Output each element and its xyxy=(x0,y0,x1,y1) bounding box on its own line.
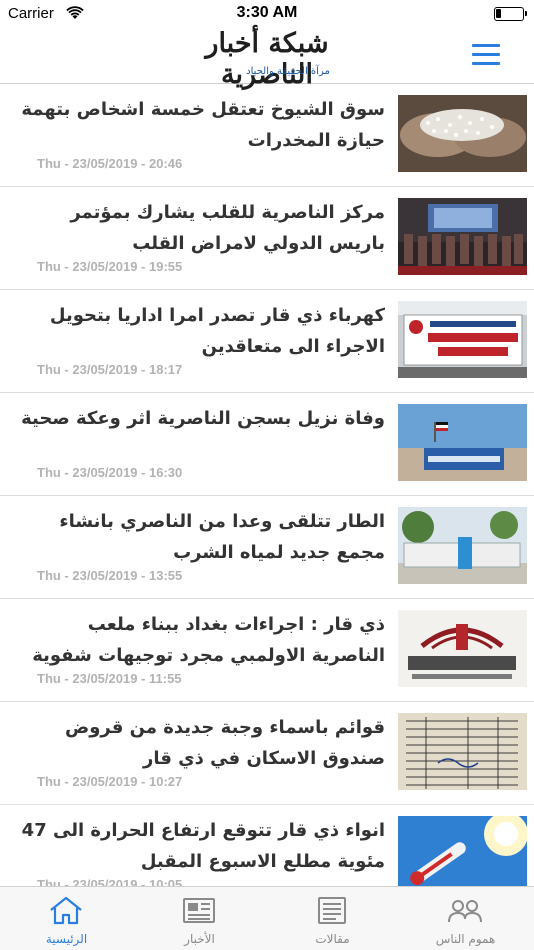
news-item[interactable]: كهرباء ذي قار تصدر امرا اداريا بتحويل ال… xyxy=(0,290,534,393)
tab-bar: الرئيسية الأخبار مقالات هموم الناس xyxy=(0,886,534,950)
news-item[interactable]: انواء ذي قار تتوقع ارتفاع الحرارة الى 47… xyxy=(0,805,534,886)
news-title: قوائم باسماء وجبة جديدة من قروض صندوق ال… xyxy=(64,717,385,769)
hamburger-menu-icon[interactable] xyxy=(472,44,500,66)
news-item[interactable]: قوائم باسماء وجبة جديدة من قروض صندوق ال… xyxy=(0,702,534,805)
news-item[interactable]: وفاة نزيل بسجن الناصرية اثر وعكة صحية Th… xyxy=(0,393,534,496)
logo-tagline: مرآة الحقيقة والحياد xyxy=(246,66,330,77)
news-item[interactable]: ذي قار : اجراءات بغداد ببناء ملعب الناصر… xyxy=(0,599,534,702)
battery-icon xyxy=(494,7,527,21)
tab-label: مقالات xyxy=(315,932,350,946)
tab-label: هموم الناس xyxy=(435,932,496,946)
news-list[interactable]: سوق الشيوخ تعتقل خمسة اشخاص بتهمة حيازة … xyxy=(0,84,534,886)
people-icon xyxy=(448,900,482,923)
article-icon xyxy=(318,897,346,924)
news-thumbnail-prison xyxy=(398,404,527,481)
news-thumbnail-document-list xyxy=(398,713,527,790)
news-thumbnail-council-logo xyxy=(398,610,527,687)
navigation-bar: شبكة أخبار الناصرية مرآة الحقيقة والحياد xyxy=(0,28,534,90)
news-date: Thu - 23/05/2019 - 18:17 xyxy=(37,362,183,377)
news-item[interactable]: سوق الشيوخ تعتقل خمسة اشخاص بتهمة حيازة … xyxy=(0,84,534,187)
site-logo[interactable]: شبكة أخبار الناصرية مرآة الحقيقة والحياد xyxy=(163,28,371,90)
news-date: Thu - 23/05/2019 - 11:55 xyxy=(37,671,182,686)
news-title: ذي قار : اجراءات بغداد ببناء ملعب الناصر… xyxy=(32,614,385,666)
news-date: Thu - 23/05/2019 - 20:46 xyxy=(37,156,183,171)
news-date: Thu - 23/05/2019 - 10:05 xyxy=(37,877,183,886)
tab-label: الرئيسية xyxy=(45,932,88,946)
news-thumbnail-electricity-sign xyxy=(398,301,527,378)
news-thumbnail-pills xyxy=(398,95,527,172)
tab-news[interactable]: الأخبار xyxy=(133,887,266,950)
news-date: Thu - 23/05/2019 - 10:27 xyxy=(37,774,183,789)
news-item[interactable]: مركز الناصرية للقلب يشارك بمؤتمر باريس ا… xyxy=(0,187,534,290)
news-title: مركز الناصرية للقلب يشارك بمؤتمر باريس ا… xyxy=(70,202,385,254)
news-thumbnail-conference xyxy=(398,198,527,275)
status-bar: Carrier 3:30 AM xyxy=(0,0,534,28)
tab-people-concerns[interactable]: هموم الناس xyxy=(399,887,532,950)
tab-home[interactable]: الرئيسية xyxy=(0,887,133,950)
logo-title: شبكة أخبار الناصرية xyxy=(205,28,329,90)
newspaper-icon xyxy=(183,898,215,923)
news-title: كهرباء ذي قار تصدر امرا اداريا بتحويل ال… xyxy=(49,305,385,357)
news-thumbnail-water-plant xyxy=(398,507,527,584)
news-title: سوق الشيوخ تعتقل خمسة اشخاص بتهمة حيازة … xyxy=(21,99,385,151)
news-thumbnail-thermometer xyxy=(398,816,527,886)
news-date: Thu - 23/05/2019 - 16:30 xyxy=(37,465,183,480)
news-date: Thu - 23/05/2019 - 19:55 xyxy=(37,259,183,274)
news-title: انواء ذي قار تتوقع ارتفاع الحرارة الى 47… xyxy=(21,820,385,872)
home-icon xyxy=(50,896,82,925)
tab-label: الأخبار xyxy=(184,932,215,946)
status-time: 3:30 AM xyxy=(236,4,298,21)
news-title: وفاة نزيل بسجن الناصرية اثر وعكة صحية xyxy=(21,408,385,429)
news-date: Thu - 23/05/2019 - 13:55 xyxy=(37,568,183,583)
news-title: الطار تتلقى وعدا من الناصري بانشاء مجمع … xyxy=(59,511,385,563)
news-item[interactable]: الطار تتلقى وعدا من الناصري بانشاء مجمع … xyxy=(0,496,534,599)
tab-articles[interactable]: مقالات xyxy=(266,887,399,950)
